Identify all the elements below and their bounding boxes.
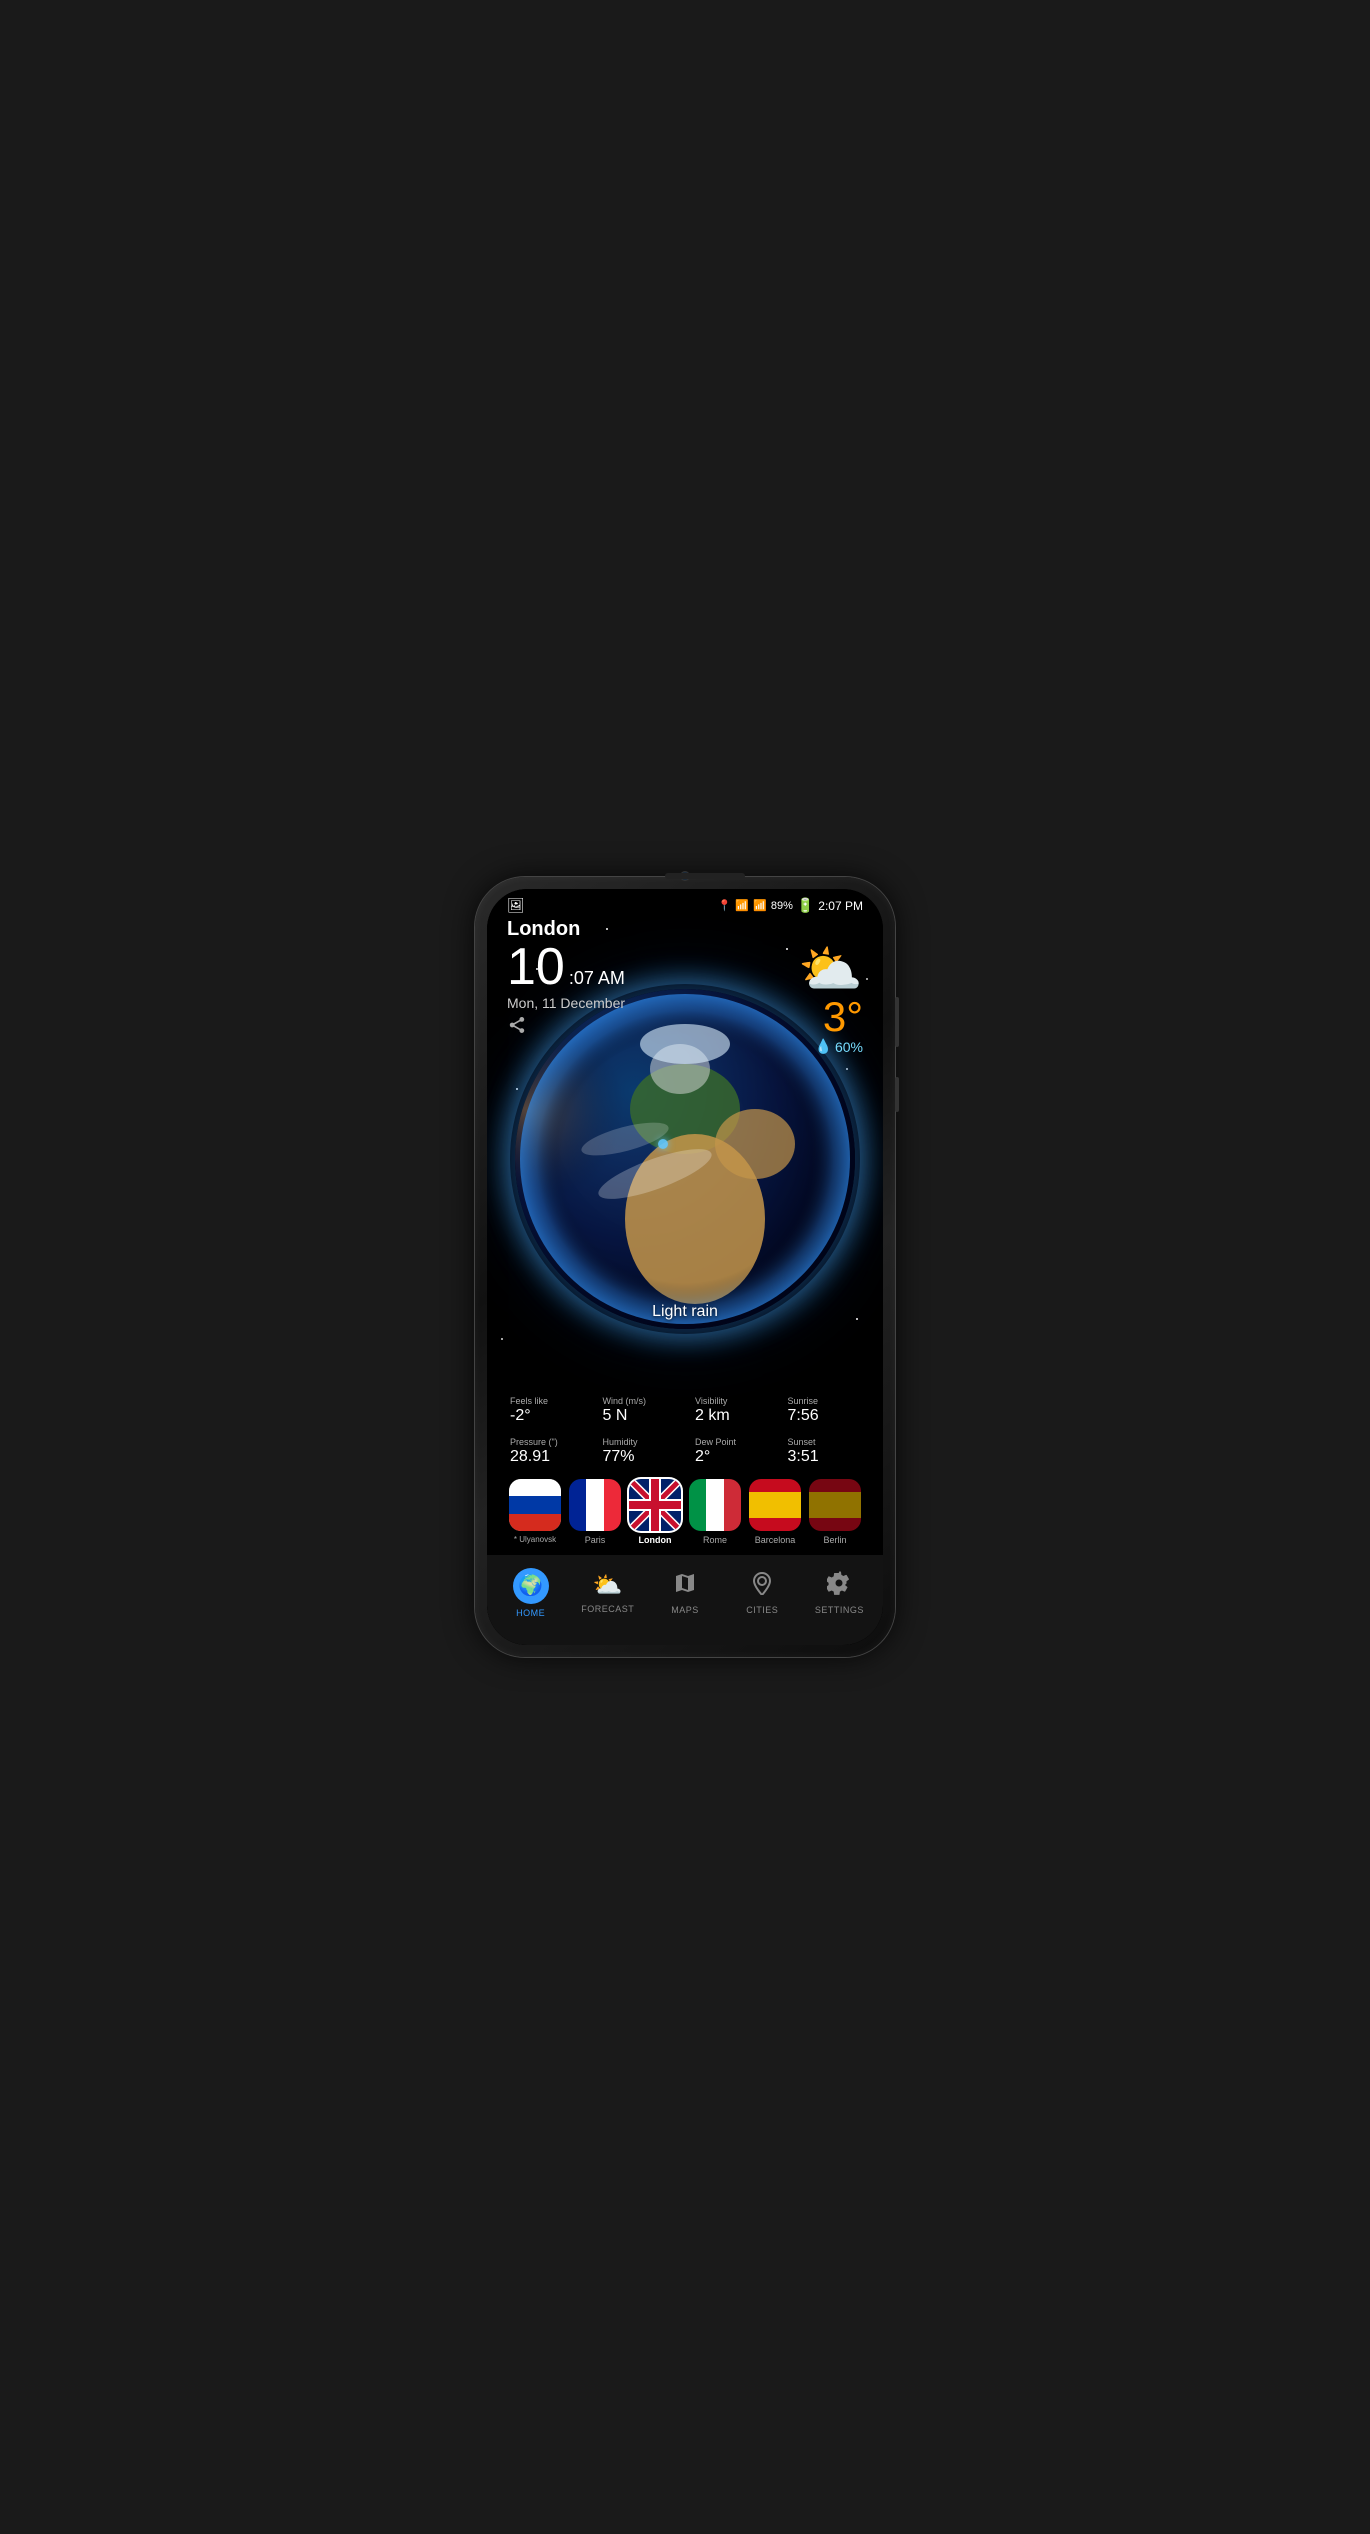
city-barcelona-label: Barcelona	[755, 1535, 796, 1545]
nav-forecast[interactable]: ⛅ FORECAST	[569, 1571, 646, 1614]
wifi-icon: 📶	[735, 899, 749, 912]
pressure-stat: Pressure (") 28.91	[502, 1433, 591, 1470]
city-rome[interactable]: Rome	[689, 1479, 741, 1545]
location-dot	[658, 1139, 668, 1149]
weather-top-right: ⛅ 3° 💧 60%	[798, 944, 863, 1055]
nav-maps-label: MAPS	[671, 1605, 699, 1615]
sunrise-value: 7:56	[788, 1407, 861, 1425]
city-ulyanovsk-label: * Ulyanovsk	[514, 1535, 556, 1544]
flag-italy	[689, 1479, 741, 1531]
cities-icon	[750, 1571, 774, 1601]
nav-forecast-label: FORECAST	[581, 1604, 634, 1614]
forecast-icon: ⛅	[593, 1571, 623, 1600]
visibility-label: Visibility	[695, 1396, 768, 1406]
city-london[interactable]: London	[629, 1479, 681, 1545]
maps-icon	[673, 1571, 697, 1601]
city-rome-label: Rome	[703, 1535, 727, 1545]
stats-section: Feels like -2° Wind (m/s) 5 N Visibility…	[487, 1392, 883, 1470]
status-right: 📍 📶 📶 89% 🔋 2:07 PM	[718, 897, 863, 914]
visibility-stat: Visibility 2 km	[687, 1392, 776, 1429]
sunset-label: Sunset	[788, 1437, 861, 1447]
city-berlin-label: Berlin	[823, 1535, 846, 1545]
nav-home-label: HOME	[516, 1608, 545, 1618]
temperature-large: 3°	[823, 996, 863, 1038]
humidity-label: Humidity	[603, 1437, 676, 1447]
status-bar: 🖼 📍 📶 📶 89% 🔋 2:07 PM	[487, 889, 883, 918]
humidity-value: 77%	[603, 1448, 676, 1466]
wind-stat: Wind (m/s) 5 N	[595, 1392, 684, 1429]
power-button[interactable]	[895, 997, 899, 1047]
city-paris-label: Paris	[585, 1535, 606, 1545]
battery-percent: 89%	[771, 900, 793, 912]
phone-screen: 🖼 📍 📶 📶 89% 🔋 2:07 PM London 10 :07 AM	[487, 889, 883, 1645]
status-left: 🖼	[507, 897, 525, 914]
dew-point-label: Dew Point	[695, 1437, 768, 1447]
sunset-stat: Sunset 3:51	[780, 1433, 869, 1470]
dew-point-value: 2°	[695, 1448, 768, 1466]
city-paris[interactable]: Paris	[569, 1479, 621, 1545]
city-ulyanovsk[interactable]: * Ulyanovsk	[509, 1479, 561, 1545]
volume-button[interactable]	[895, 1077, 899, 1112]
dew-point-stat: Dew Point 2°	[687, 1433, 776, 1470]
settings-icon	[827, 1571, 851, 1601]
sunset-value: 3:51	[788, 1448, 861, 1466]
city-barcelona[interactable]: Barcelona	[749, 1479, 801, 1545]
cloud-rain-icon: ⛅	[798, 944, 863, 996]
battery-icon: 🔋	[797, 897, 814, 914]
home-icon: 🌍	[513, 1568, 549, 1604]
stats-grid: Feels like -2° Wind (m/s) 5 N Visibility…	[502, 1392, 868, 1470]
sunrise-label: Sunrise	[788, 1396, 861, 1406]
wind-label: Wind (m/s)	[603, 1396, 676, 1406]
sunrise-stat: Sunrise 7:56	[780, 1392, 869, 1429]
humidity-stat: Humidity 77%	[595, 1433, 684, 1470]
pressure-value: 28.91	[510, 1448, 583, 1466]
pressure-label: Pressure (")	[510, 1437, 583, 1447]
humidity-percent: 60%	[835, 1039, 863, 1055]
feels-like-label: Feels like	[510, 1396, 583, 1406]
photo-icon: 🖼	[507, 897, 525, 914]
flag-france	[569, 1479, 621, 1531]
cities-row: * Ulyanovsk Paris	[487, 1479, 883, 1545]
nav-maps[interactable]: MAPS	[646, 1571, 723, 1615]
flag-uk	[629, 1479, 681, 1531]
weather-condition: Light rain	[515, 1303, 855, 1321]
location-icon: 📍	[718, 899, 732, 912]
bottom-nav: 🌍 HOME ⛅ FORECAST MAPS	[487, 1555, 883, 1645]
flag-russia	[509, 1479, 561, 1531]
city-london-label: London	[639, 1535, 672, 1545]
flag-spain-barcelona	[749, 1479, 801, 1531]
phone-device: 🖼 📍 📶 📶 89% 🔋 2:07 PM London 10 :07 AM	[475, 877, 895, 1657]
rain-drop-icon: 💧	[815, 1038, 832, 1055]
time-minute-ampm: :07 AM	[569, 968, 625, 989]
nav-settings-label: SETTINGS	[815, 1605, 864, 1615]
time-hour: 10	[507, 941, 565, 993]
feels-like-value: -2°	[510, 1407, 583, 1425]
nav-cities[interactable]: CITIES	[724, 1571, 801, 1615]
status-time: 2:07 PM	[818, 899, 863, 913]
nav-settings[interactable]: SETTINGS	[801, 1571, 878, 1615]
speaker	[665, 873, 745, 879]
wind-value: 5 N	[603, 1407, 676, 1425]
flag-spain-berlin	[809, 1479, 861, 1531]
signal-icon: 📶	[753, 899, 767, 912]
visibility-value: 2 km	[695, 1407, 768, 1425]
city-berlin[interactable]: Berlin	[809, 1479, 861, 1545]
nav-cities-label: CITIES	[746, 1605, 778, 1615]
nav-home[interactable]: 🌍 HOME	[492, 1568, 569, 1618]
feels-like-stat: Feels like -2°	[502, 1392, 591, 1429]
app-screen: 🖼 📍 📶 📶 89% 🔋 2:07 PM London 10 :07 AM	[487, 889, 883, 1645]
